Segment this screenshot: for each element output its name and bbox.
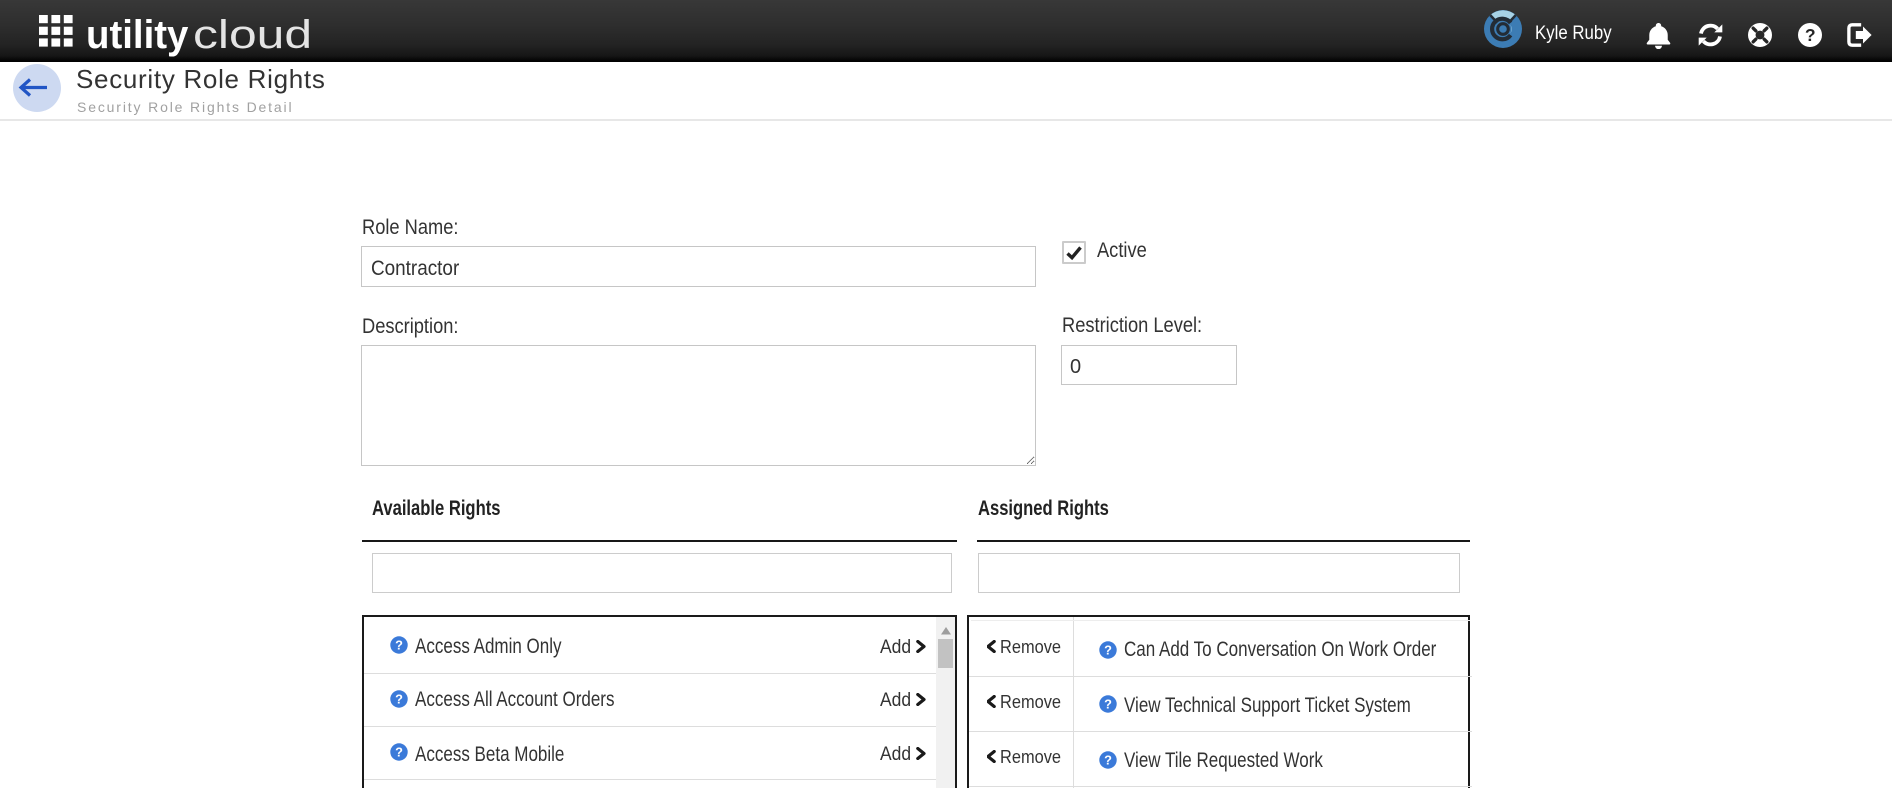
svg-text:?: ? xyxy=(1104,697,1112,712)
svg-text:?: ? xyxy=(1104,643,1112,658)
svg-text:?: ? xyxy=(395,745,403,760)
svg-text:?: ? xyxy=(1805,25,1816,45)
svg-text:?: ? xyxy=(395,692,403,707)
svg-text:?: ? xyxy=(395,638,403,653)
svg-text:?: ? xyxy=(1104,752,1112,767)
